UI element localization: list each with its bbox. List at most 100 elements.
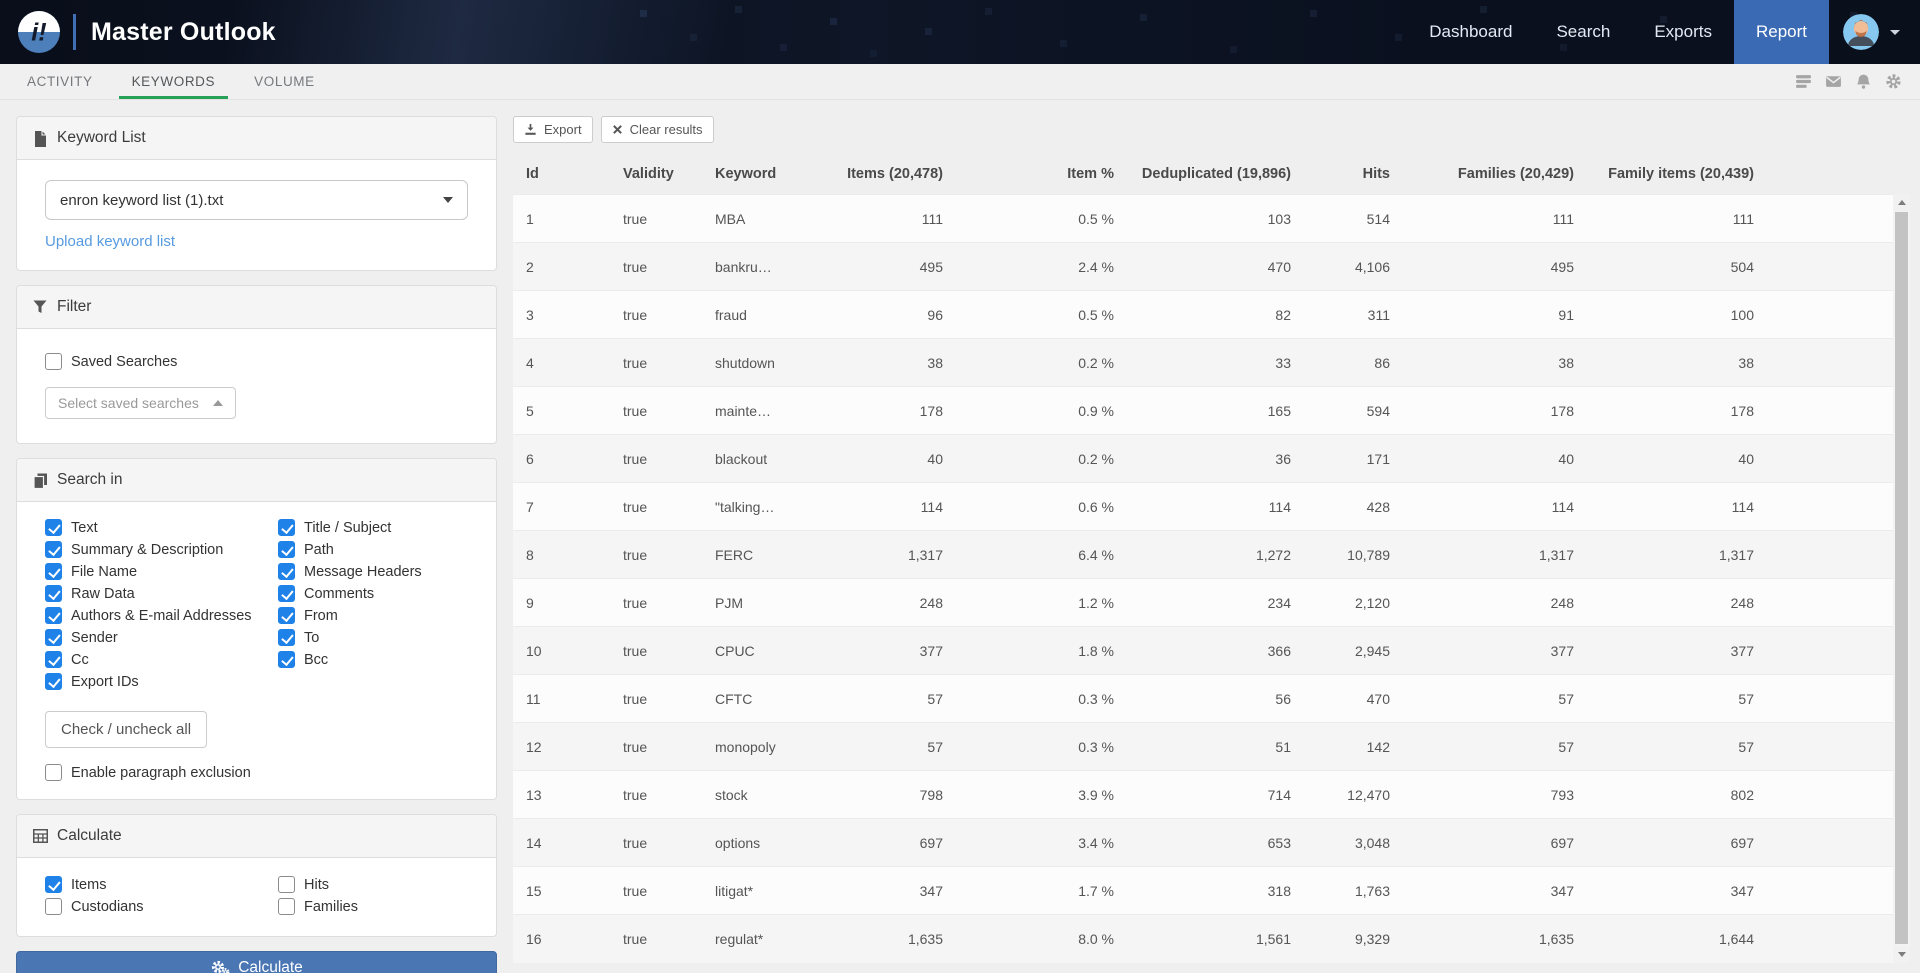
checkbox-label: Sender (71, 630, 118, 646)
checkbox[interactable] (45, 629, 62, 646)
table-row[interactable]: 6trueblackout400.2 %361714040 (513, 435, 1893, 483)
table-row[interactable]: 5truemainte…1780.9 %165594178178 (513, 387, 1893, 435)
nav-item-report[interactable]: Report (1734, 0, 1829, 64)
search-in-option-text[interactable]: Text (45, 519, 274, 536)
checkbox[interactable] (278, 651, 295, 668)
select-saved-searches-dropdown[interactable]: Select saved searches (45, 387, 236, 419)
table-row[interactable]: 12truemonopoly570.3 %511425757 (513, 723, 1893, 771)
cell: 4,106 (1301, 243, 1400, 291)
vertical-scrollbar[interactable] (1893, 194, 1910, 963)
cell: 14 (513, 819, 613, 867)
search-in-option-path[interactable]: Path (278, 541, 468, 558)
cell: 178 (1584, 387, 1764, 435)
export-button[interactable]: Export (513, 116, 593, 143)
checkbox[interactable] (45, 607, 62, 624)
tab-activity[interactable]: ACTIVITY (14, 64, 106, 99)
user-menu[interactable] (1829, 14, 1920, 50)
checkbox[interactable] (45, 541, 62, 558)
table-row[interactable]: 1trueMBA1110.5 %103514111111 (513, 195, 1893, 243)
search-in-option-export-ids[interactable]: Export IDs (45, 673, 274, 690)
checkbox[interactable] (45, 876, 62, 893)
nav-item-exports[interactable]: Exports (1632, 0, 1734, 64)
checkbox[interactable] (45, 353, 62, 370)
upload-keyword-list-link[interactable]: Upload keyword list (45, 233, 175, 250)
checkbox[interactable] (45, 585, 62, 602)
saved-searches-checkbox[interactable]: Saved Searches (45, 353, 468, 370)
table-row[interactable]: 4trueshutdown380.2 %33863838 (513, 339, 1893, 387)
search-in-option-summary-description[interactable]: Summary & Description (45, 541, 274, 558)
scrollbar-thumb[interactable] (1895, 212, 1908, 944)
table-row[interactable]: 7true"talking…1140.6 %114428114114 (513, 483, 1893, 531)
checkbox[interactable] (278, 563, 295, 580)
tab-volume[interactable]: VOLUME (241, 64, 328, 99)
checkbox[interactable] (45, 563, 62, 580)
checkbox[interactable] (278, 629, 295, 646)
paragraph-exclusion-checkbox[interactable]: Enable paragraph exclusion (45, 764, 468, 781)
check-uncheck-all-button[interactable]: Check / uncheck all (45, 711, 207, 748)
search-in-option-raw-data[interactable]: Raw Data (45, 585, 274, 602)
table-row[interactable]: 14trueoptions6973.4 %6533,048697697 (513, 819, 1893, 867)
search-in-option-cc[interactable]: Cc (45, 651, 274, 668)
search-in-option-bcc[interactable]: Bcc (278, 651, 468, 668)
scroll-up-button[interactable] (1893, 194, 1910, 211)
cell: 114 (837, 483, 953, 531)
nav-item-dashboard[interactable]: Dashboard (1407, 0, 1534, 64)
table-row[interactable]: 11trueCFTC570.3 %564705757 (513, 675, 1893, 723)
checkbox[interactable] (45, 764, 62, 781)
checkbox[interactable] (278, 607, 295, 624)
table-row[interactable]: 10trueCPUC3771.8 %3662,945377377 (513, 627, 1893, 675)
calculate-option-items[interactable]: Items (45, 876, 274, 893)
nav-item-search[interactable]: Search (1534, 0, 1632, 64)
table-row[interactable]: 8trueFERC1,3176.4 %1,27210,7891,3171,317 (513, 531, 1893, 579)
table-row[interactable]: 15truelitigat*3471.7 %3181,763347347 (513, 867, 1893, 915)
calculate-option-hits[interactable]: Hits (278, 876, 468, 893)
cell: 10,789 (1301, 531, 1400, 579)
search-in-option-message-headers[interactable]: Message Headers (278, 563, 468, 580)
keyword-list-select[interactable]: enron keyword list (1).txt (45, 180, 468, 220)
checkbox[interactable] (278, 585, 295, 602)
avatar[interactable] (1843, 14, 1879, 50)
tab-keywords[interactable]: KEYWORDS (119, 64, 229, 99)
table-row[interactable]: 16trueregulat*1,6358.0 %1,5619,3291,6351… (513, 915, 1893, 963)
cell: 100 (1584, 291, 1764, 339)
bell-icon[interactable] (1855, 73, 1872, 90)
checkbox-label: Cc (71, 652, 89, 668)
search-in-option-sender[interactable]: Sender (45, 629, 274, 646)
table-row[interactable]: 9truePJM2481.2 %2342,120248248 (513, 579, 1893, 627)
table-header-row: IdValidityKeywordItems (20,478)Item %Ded… (513, 155, 1893, 195)
checkbox[interactable] (45, 673, 62, 690)
checkbox[interactable] (45, 898, 62, 915)
primary-nav: DashboardSearchExportsReport (1407, 0, 1829, 64)
checkbox[interactable] (278, 898, 295, 915)
cell: 495 (1400, 243, 1584, 291)
calculate-option-custodians[interactable]: Custodians (45, 898, 274, 915)
search-in-option-file-name[interactable]: File Name (45, 563, 274, 580)
scroll-down-button[interactable] (1893, 946, 1910, 963)
checkbox[interactable] (45, 519, 62, 536)
calculate-button[interactable]: Calculate (16, 951, 497, 973)
search-in-option-comments[interactable]: Comments (278, 585, 468, 602)
gear-icon[interactable] (1885, 73, 1902, 90)
cell: true (613, 243, 705, 291)
cell: 114 (1584, 483, 1764, 531)
clear-results-button[interactable]: Clear results (601, 116, 714, 143)
checkbox[interactable] (45, 651, 62, 668)
envelope-icon[interactable] (1825, 73, 1842, 90)
table-row[interactable]: 2truebankru…4952.4 %4704,106495504 (513, 243, 1893, 291)
checkbox[interactable] (278, 876, 295, 893)
top-navbar: i! Master Outlook DashboardSearchExports… (0, 0, 1920, 64)
table-row[interactable]: 3truefraud960.5 %8231191100 (513, 291, 1893, 339)
search-in-option-to[interactable]: To (278, 629, 468, 646)
search-in-option-authors-e-mail-addresses[interactable]: Authors & E-mail Addresses (45, 607, 274, 624)
table-row[interactable]: 13truestock7983.9 %71412,470793802 (513, 771, 1893, 819)
list-icon[interactable] (1795, 73, 1812, 90)
cell: 1.7 % (953, 867, 1124, 915)
calculate-option-families[interactable]: Families (278, 898, 468, 915)
cell: 0.9 % (953, 387, 1124, 435)
search-in-option-title-subject[interactable]: Title / Subject (278, 519, 468, 536)
search-in-option-from[interactable]: From (278, 607, 468, 624)
checkbox[interactable] (278, 519, 295, 536)
cell: 165 (1124, 387, 1301, 435)
checkbox[interactable] (278, 541, 295, 558)
cell: 57 (1584, 675, 1764, 723)
